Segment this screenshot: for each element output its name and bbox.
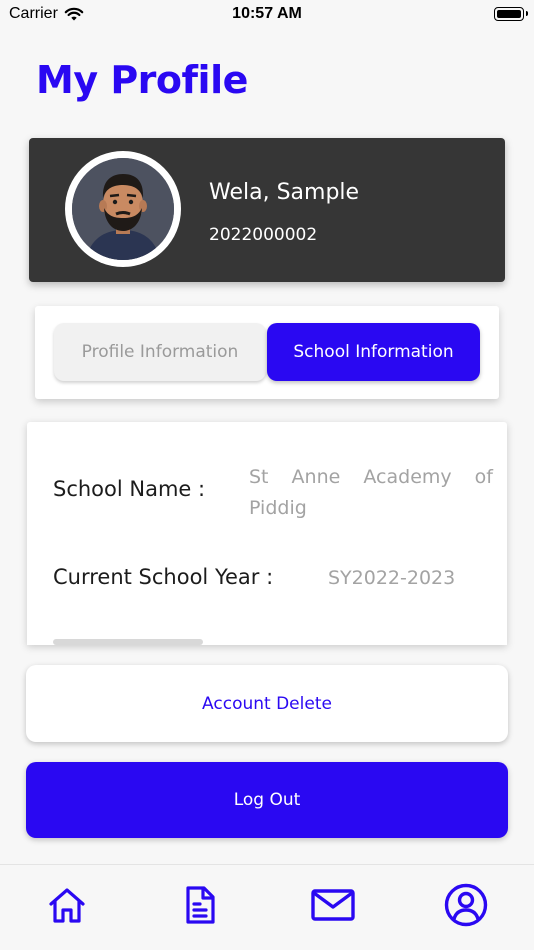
school-name-label: School Name :: [53, 477, 206, 501]
account-delete-button[interactable]: Account Delete: [26, 665, 508, 742]
document-icon[interactable]: [178, 883, 222, 927]
status-time: 10:57 AM: [232, 5, 302, 22]
battery-icon: [494, 7, 528, 21]
info-tabs: Profile Information School Information: [35, 306, 499, 399]
mail-icon[interactable]: [311, 883, 355, 927]
student-id: 2022000002: [209, 225, 318, 245]
avatar: [65, 151, 181, 267]
status-bar: Carrier 10:57 AM: [0, 0, 534, 30]
school-info-card[interactable]: School Name : St Anne Academy of Piddig …: [27, 422, 507, 645]
user-circle-icon[interactable]: [444, 883, 488, 927]
school-name-value: St Anne Academy of Piddig: [249, 466, 493, 519]
avatar-illustration: [72, 158, 174, 260]
profile-card: Wela, Sample 2022000002: [29, 138, 505, 282]
avatar-image: [72, 158, 174, 260]
log-out-button[interactable]: Log Out: [26, 762, 508, 838]
profile-name: Wela, Sample: [209, 180, 360, 205]
clipped-row: [53, 639, 203, 645]
bottom-nav: [0, 864, 534, 950]
school-year-value: SY2022-2023: [328, 567, 456, 589]
home-icon[interactable]: [45, 883, 89, 927]
tab-profile-information[interactable]: Profile Information: [54, 323, 266, 381]
page-title: My Profile: [36, 58, 248, 102]
tab-school-information[interactable]: School Information: [267, 323, 480, 381]
school-year-label: Current School Year :: [53, 565, 274, 589]
